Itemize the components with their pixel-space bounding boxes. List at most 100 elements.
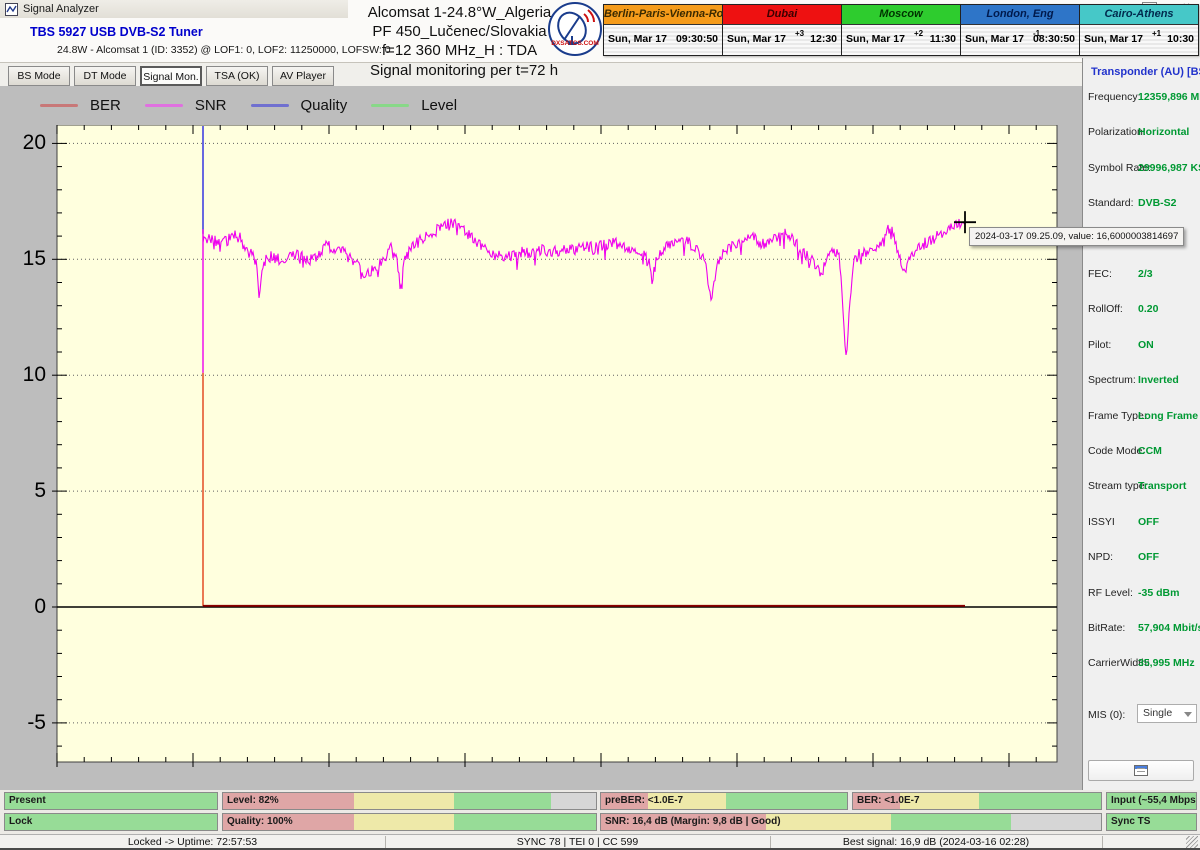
tab-signal-mon[interactable]: Signal Mon. <box>140 66 202 86</box>
transponder-panel: Transponder (AU) [BS] Frequency:12359,89… <box>1082 58 1200 790</box>
gauge-label: preBER: <1.0E-7 <box>605 793 683 809</box>
gauge-segment-gray <box>1011 814 1101 830</box>
legend-label: Quality <box>301 97 348 114</box>
legend-swatch <box>40 104 78 107</box>
status-lock-uptime: Locked -> Uptime: 72:57:53 <box>0 836 385 848</box>
tp-label-pilot: Pilot: <box>1088 339 1111 351</box>
title-bar: Signal Analyzer <box>0 0 348 18</box>
title-line-station: PF 450_Lučenec/Slovakia <box>352 22 567 41</box>
mis-value: Single <box>1143 707 1172 719</box>
gauge-segment-green <box>454 814 596 830</box>
y-tick-label: -5 <box>0 711 46 735</box>
gauge-input-55-4-mbps: Input (~55,4 Mbps) <box>1106 792 1197 810</box>
clock-city: Dubai <box>723 5 841 25</box>
window-title: Signal Analyzer <box>23 3 99 15</box>
monitoring-title: Alcomsat 1-24.8°W_Algeria PF 450_Lučenec… <box>352 3 567 60</box>
signal-gauges-area: Present Level: 82% preBER: <1.0E-7 BER: <1.… <box>0 790 1200 834</box>
gauge-segment-green <box>891 814 1011 830</box>
logo-text: DXSATCS.COM <box>548 40 602 47</box>
y-tick-label: 0 <box>0 595 46 619</box>
tp-label-frequency: Frequency: <box>1088 91 1141 103</box>
clock-date: Sun, Mar 17 <box>1084 33 1143 45</box>
gauge-ber: BER: <1.0E-7 <box>852 792 1102 810</box>
clock-berlin-paris-vienna-roma: Berlin-Paris-Vienna-RomaSun, Mar 1709:30… <box>604 5 722 55</box>
tp-value-rolloff: 0.20 <box>1138 303 1158 315</box>
clock-dubai: DubaiSun, Mar 17+312:30 <box>722 5 841 55</box>
tp-value-frequency: 12359,896 MHz <box>1138 91 1200 103</box>
legend-label: SNR <box>195 97 227 114</box>
clock-body: Sun, Mar 1709:30:50 <box>604 25 722 55</box>
tp-value-frame-type: Long Frame <box>1138 410 1198 422</box>
cursor-value-tooltip: 2024-03-17 09.25.09, value: 16,600000381… <box>969 227 1184 246</box>
clock-cairo-athens: Cairo-AthensSun, Mar 17+110:30 <box>1079 5 1198 55</box>
monitoring-period-label: Signal monitoring per t=72 h <box>370 62 558 79</box>
tp-label-standard: Standard: <box>1088 197 1134 209</box>
signal-analyzer-window: Signal Analyzer ✕ TBS 5927 USB DVB-S2 Tu… <box>0 0 1200 850</box>
legend-swatch <box>251 104 289 107</box>
clock-body: Sun, Mar 17+211:30 <box>842 25 960 55</box>
gauge-segment-green <box>454 793 551 809</box>
legend-label: Level <box>421 97 457 114</box>
gauge-segment-yellow <box>354 814 455 830</box>
tp-value-standard: DVB-S2 <box>1138 197 1177 209</box>
tp-value-carrierwidth: 35,995 MHz <box>1138 657 1195 669</box>
chart-region: BERSNRQualityLevel 20151050-5 <box>0 86 1082 790</box>
gauge-lock: Lock <box>4 813 218 831</box>
clock-utc-offset: +3 <box>795 29 804 38</box>
gauge-label: BER: <1.0E-7 <box>857 793 920 809</box>
clock-city: London, Eng <box>961 5 1079 25</box>
status-best-signal: Best signal: 16,9 dB (2024-03-16 02:28) <box>770 836 1102 848</box>
gauge-segment-green <box>5 814 217 830</box>
gauge-present: Present <box>4 792 218 810</box>
clock-city: Cairo-Athens <box>1080 5 1198 25</box>
tab-tsa-ok[interactable]: TSA (OK) <box>206 66 268 86</box>
world-clocks-panel: Berlin-Paris-Vienna-RomaSun, Mar 1709:30… <box>603 4 1199 56</box>
chevron-down-icon <box>1184 712 1192 717</box>
tp-label-fec: FEC: <box>1088 268 1112 280</box>
signal-plot[interactable] <box>49 125 1065 770</box>
clock-london-eng: London, EngSun, Mar 17-108:30:50 <box>960 5 1079 55</box>
status-bar: Locked -> Uptime: 72:57:53 SYNC 78 | TEI… <box>0 834 1200 848</box>
gauge-label: Quality: 100% <box>227 814 293 830</box>
clock-time: 11:30 <box>930 33 956 45</box>
mis-dropdown[interactable]: Single <box>1137 704 1197 723</box>
clock-utc-offset: +1 <box>1152 29 1161 38</box>
clock-date: Sun, Mar 17 <box>846 33 905 45</box>
clock-body: Sun, Mar 17-108:30:50 <box>961 25 1079 55</box>
clock-city: Moscow <box>842 5 960 25</box>
status-divider <box>1102 836 1103 848</box>
clock-city: Berlin-Paris-Vienna-Roma <box>604 5 722 25</box>
tp-label-spectrum: Spectrum: <box>1088 374 1136 386</box>
tp-label-rolloff: RollOff: <box>1088 303 1123 315</box>
y-tick-label: 5 <box>0 479 46 503</box>
tp-label-issyi: ISSYI <box>1088 516 1115 528</box>
tp-value-bitrate: 57,904 Mbit/s <box>1138 622 1200 634</box>
status-sync-counters: SYNC 78 | TEI 0 | CC 599 <box>385 836 770 848</box>
mis-label: MIS (0): <box>1088 709 1125 721</box>
resize-grip[interactable] <box>1186 836 1198 848</box>
tp-label-npd: NPD: <box>1088 551 1113 563</box>
clock-moscow: MoscowSun, Mar 17+211:30 <box>841 5 960 55</box>
tab-av-player[interactable]: AV Player <box>272 66 334 86</box>
gauge-level: Level: 82% <box>222 792 597 810</box>
tab-dt-mode[interactable]: DT Mode <box>74 66 136 86</box>
y-tick-label: 10 <box>0 363 46 387</box>
window-list-icon <box>1134 765 1148 776</box>
tuner-name: TBS 5927 USB DVB-S2 Tuner <box>30 25 203 39</box>
tp-value-code-mode: CCM <box>1138 445 1162 457</box>
gauge-label: Present <box>9 793 46 809</box>
gauge-label: Lock <box>9 814 32 830</box>
legend-swatch <box>371 104 409 107</box>
tab-bs-mode[interactable]: BS Mode <box>8 66 70 86</box>
gauge-label: Level: 82% <box>227 793 279 809</box>
app-icon <box>5 3 18 16</box>
tuner-detail: 24.8W - Alcomsat 1 (ID: 3352) @ LOF1: 0,… <box>57 44 391 56</box>
tp-value-npd: OFF <box>1138 551 1159 563</box>
transponder-panel-header: Transponder (AU) [BS] <box>1091 66 1200 78</box>
clock-time: 12:30 <box>810 33 837 45</box>
title-line-satellite: Alcomsat 1-24.8°W_Algeria <box>352 3 567 22</box>
gauge-label: SNR: 16,4 dB (Margin: 9,8 dB | Good) <box>605 814 781 830</box>
dxsatcs-logo <box>548 2 602 56</box>
panel-options-button[interactable] <box>1088 760 1194 781</box>
tp-label-bitrate: BitRate: <box>1088 622 1125 634</box>
